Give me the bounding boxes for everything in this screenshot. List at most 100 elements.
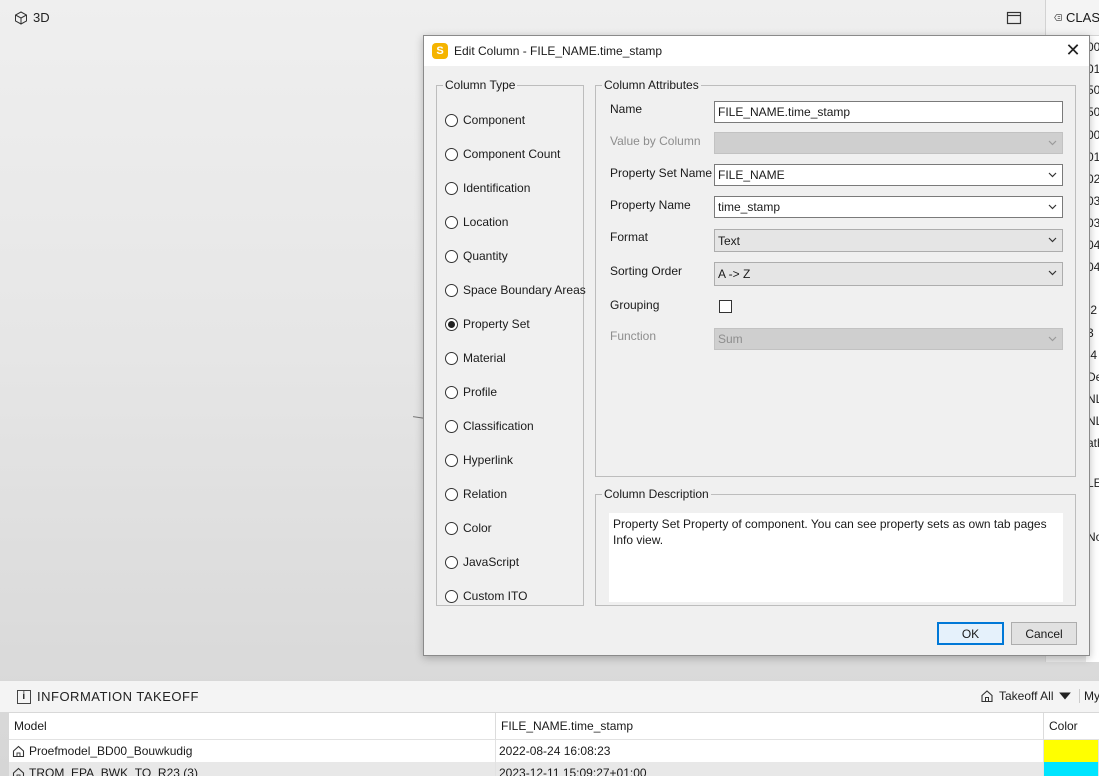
radio-button[interactable] — [445, 181, 458, 195]
radio-button[interactable] — [445, 555, 458, 569]
column-type-option[interactable]: Profile — [445, 385, 497, 399]
takeoff-all-label: Takeoff All — [999, 689, 1054, 703]
column-type-option-label: Property Set — [463, 317, 530, 331]
sorting-order-label: Sorting Order — [610, 264, 683, 278]
column-type-option[interactable]: Space Boundary Areas — [445, 283, 586, 297]
column-type-option[interactable]: Identification — [445, 181, 530, 195]
column-type-option[interactable]: Custom ITO — [445, 589, 527, 603]
column-attributes-legend: Column Attributes — [602, 78, 701, 92]
column-description-text: Property Set Property of component. You … — [609, 513, 1063, 602]
format-label: Format — [610, 230, 649, 244]
column-type-option-label: Hyperlink — [463, 453, 514, 467]
time-stamp-cell: 2022-08-24 16:08:23 — [496, 740, 1044, 762]
model-name: Proefmodel_BD00_Bouwkudig — [29, 744, 193, 758]
chevron-down-icon — [1048, 270, 1057, 276]
house-icon — [12, 745, 25, 757]
my-tab-fragment[interactable]: My — [1079, 689, 1099, 703]
column-type-option[interactable]: Property Set — [445, 317, 530, 331]
column-type-option[interactable]: Classification — [445, 419, 534, 433]
function-label: Function — [610, 329, 657, 343]
radio-button[interactable] — [445, 487, 458, 501]
column-type-option-label: Classification — [463, 419, 534, 433]
radio-button[interactable] — [445, 351, 458, 365]
chevron-down-icon — [1048, 336, 1057, 342]
column-type-option-label: Color — [463, 521, 492, 535]
cancel-button[interactable]: Cancel — [1011, 622, 1077, 645]
column-type-option[interactable]: JavaScript — [445, 555, 519, 569]
table-row[interactable]: TROM_EPA_BWK_TO_R23 (3) 2023-12-11 15:09:… — [9, 762, 1099, 776]
property-name-label: Property Name — [610, 198, 691, 212]
house-icon — [12, 767, 25, 776]
app-logo-icon: S — [432, 43, 448, 59]
format-value: Text — [718, 233, 741, 248]
column-type-option[interactable]: Quantity — [445, 249, 508, 263]
radio-button[interactable] — [445, 283, 458, 297]
info-icon: i — [17, 689, 31, 704]
value-by-column-select — [714, 132, 1063, 154]
chevron-down-icon — [1048, 140, 1057, 146]
column-type-option-label: Material — [463, 351, 506, 365]
property-set-name-select[interactable]: FILE_NAME — [714, 164, 1063, 186]
radio-button[interactable] — [445, 453, 458, 467]
name-input-value: FILE_NAME.time_stamp — [718, 105, 851, 119]
column-type-option[interactable]: Material — [445, 351, 506, 365]
radio-button[interactable] — [445, 589, 458, 603]
radio-button[interactable] — [445, 215, 458, 229]
radio-button[interactable] — [445, 317, 458, 331]
column-type-group: Column Type Component Component Count Iden… — [436, 78, 586, 606]
ok-button[interactable]: OK — [937, 622, 1004, 645]
radio-button[interactable] — [445, 249, 458, 263]
format-select[interactable]: Text — [714, 229, 1063, 252]
column-header-model[interactable]: Model — [9, 713, 496, 740]
column-type-option[interactable]: Color — [445, 521, 492, 535]
grouping-checkbox[interactable] — [719, 300, 732, 313]
classification-panel-header[interactable]: CLAS — [1046, 0, 1099, 36]
column-type-option[interactable]: Hyperlink — [445, 453, 513, 467]
property-set-name-value: FILE_NAME — [718, 168, 785, 182]
model-cell: TROM_EPA_BWK_TO_R23 (3) — [9, 762, 496, 776]
column-type-option-label: JavaScript — [463, 555, 520, 569]
house-icon — [981, 690, 993, 703]
viewport-label: 3D — [33, 10, 50, 25]
color-swatch — [1044, 740, 1099, 762]
column-header-time-stamp[interactable]: FILE_NAME.time_stamp — [496, 713, 1044, 740]
sorting-order-value: A -> Z — [718, 267, 751, 281]
column-type-option-label: Profile — [463, 385, 498, 399]
radio-button[interactable] — [445, 419, 458, 433]
function-value: Sum — [718, 332, 743, 346]
property-name-select[interactable]: time_stamp — [714, 196, 1063, 218]
close-icon[interactable]: ✕ — [1065, 40, 1081, 60]
takeoff-table: Model FILE_NAME.time_stamp Color Proefmo… — [9, 713, 1099, 776]
column-type-option[interactable]: Component — [445, 113, 525, 127]
dialog-title: Edit Column - FILE_NAME.time_stamp — [454, 44, 663, 58]
column-type-option-label: Component — [463, 113, 526, 127]
name-input[interactable]: FILE_NAME.time_stamp — [714, 101, 1063, 123]
radio-button[interactable] — [445, 147, 458, 161]
function-select: Sum — [714, 328, 1063, 350]
table-row[interactable]: Proefmodel_BD00_Bouwkudig 2022-08-24 16:0… — [9, 740, 1099, 762]
dialog-title-bar[interactable]: S Edit Column - FILE_NAME.time_stamp ✕ — [424, 36, 1089, 66]
color-swatch — [1044, 762, 1099, 776]
column-type-legend: Column Type — [443, 78, 518, 92]
property-set-name-label: Property Set Name — [610, 166, 713, 180]
chevron-down-icon — [1048, 237, 1057, 243]
radio-button[interactable] — [445, 521, 458, 535]
panel-toggle-icon[interactable] — [1006, 10, 1022, 26]
column-header-color[interactable]: Color — [1044, 713, 1099, 740]
viewport-3d-label[interactable]: 3D — [14, 10, 50, 25]
sorting-order-select[interactable]: A -> Z — [714, 262, 1063, 286]
radio-button[interactable] — [445, 113, 458, 127]
column-type-option[interactable]: Relation — [445, 487, 507, 501]
value-by-column-label: Value by Column — [610, 134, 701, 148]
name-label: Name — [610, 102, 643, 116]
column-type-option[interactable]: Component Count — [445, 147, 560, 161]
chevron-down-icon[interactable] — [1048, 202, 1057, 211]
takeoff-all-button[interactable]: Takeoff All — [980, 689, 1072, 703]
chevron-down-icon[interactable] — [1048, 170, 1057, 179]
column-type-option[interactable]: Location — [445, 215, 508, 229]
column-type-option-label: Quantity — [463, 249, 508, 263]
model-cell: Proefmodel_BD00_Bouwkudig — [9, 740, 496, 762]
column-type-option-label: Component Count — [463, 147, 561, 161]
radio-button[interactable] — [445, 385, 458, 399]
column-type-option-label: Identification — [463, 181, 531, 195]
